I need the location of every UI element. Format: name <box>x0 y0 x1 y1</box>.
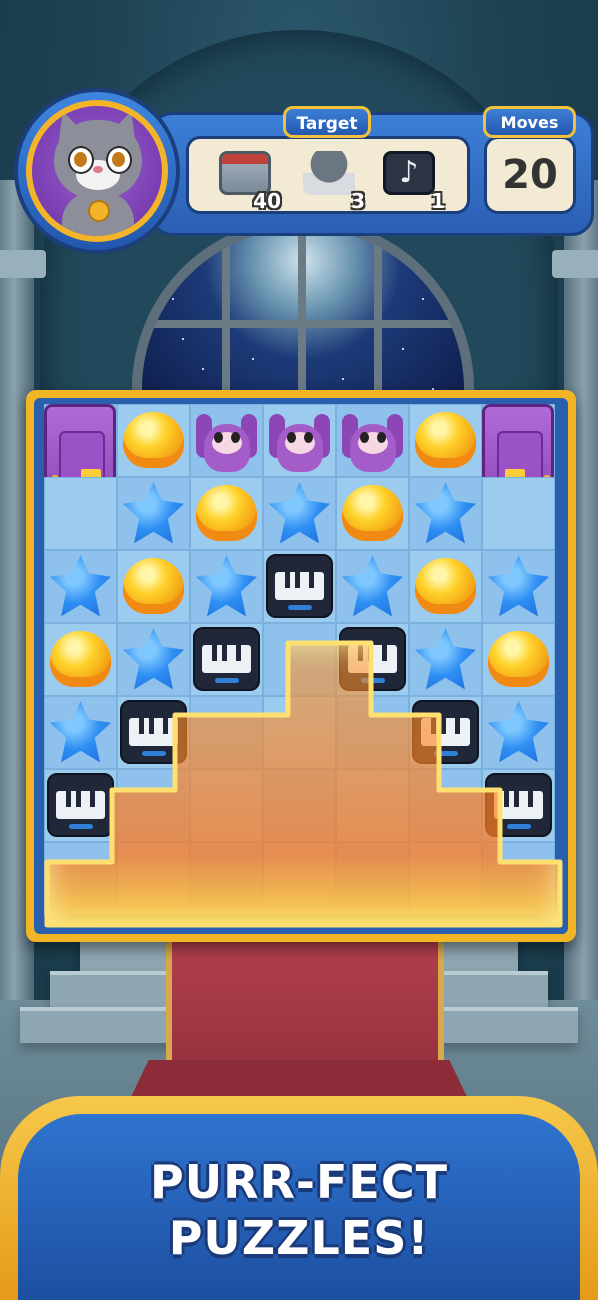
board-cell[interactable] <box>482 477 555 550</box>
blue-star-gem-icon[interactable] <box>414 482 477 544</box>
yellow-gem-icon[interactable] <box>415 558 476 614</box>
blue-star-gem-icon[interactable] <box>49 701 112 763</box>
board-piece[interactable] <box>44 623 117 696</box>
cat-eye-right <box>106 146 132 174</box>
yellow-gem-icon[interactable] <box>50 631 111 687</box>
blue-star-gem-icon[interactable] <box>122 482 185 544</box>
board-piece[interactable] <box>190 404 263 477</box>
board-cell[interactable] <box>44 477 117 550</box>
pillar-cap-right <box>552 250 598 278</box>
goal-bowl: 3 <box>303 149 365 213</box>
blue-star-gem-icon[interactable] <box>414 628 477 690</box>
blue-star-gem-icon[interactable] <box>122 628 185 690</box>
promo-banner: PURR-FECT PUZZLES! <box>0 1096 598 1300</box>
game-board <box>26 390 576 942</box>
bell-icon <box>88 200 110 222</box>
yellow-gem-icon[interactable] <box>123 558 184 614</box>
board-piece[interactable] <box>336 550 409 623</box>
board-piece[interactable] <box>263 477 336 550</box>
yellow-gem-icon[interactable] <box>123 412 184 468</box>
moves-counter: 20 <box>484 136 576 214</box>
board-piece[interactable] <box>482 550 555 623</box>
board-piece[interactable] <box>117 623 190 696</box>
board-piece[interactable] <box>409 477 482 550</box>
piano-blocker-icon[interactable] <box>47 773 114 837</box>
blue-star-gem-icon[interactable] <box>487 555 550 617</box>
board-piece[interactable] <box>409 623 482 696</box>
yellow-gem-icon[interactable] <box>342 485 403 541</box>
goal-count: 1 <box>431 189 445 213</box>
goal-music-note: ♪ 1 <box>383 149 445 213</box>
board-piece[interactable] <box>190 550 263 623</box>
board-piece[interactable] <box>336 404 409 477</box>
purple-bunny-icon[interactable] <box>342 408 403 474</box>
board-piece[interactable] <box>117 477 190 550</box>
board-grid <box>34 398 568 934</box>
promo-line-2: PUZZLES! <box>168 1211 430 1265</box>
board-piece[interactable] <box>482 696 555 769</box>
blue-star-gem-icon[interactable] <box>268 482 331 544</box>
bowl-icon <box>303 151 355 195</box>
board-piece[interactable] <box>44 550 117 623</box>
purple-bunny-icon[interactable] <box>269 408 330 474</box>
board-piece[interactable] <box>117 404 190 477</box>
piano-blocker-icon[interactable] <box>193 627 260 691</box>
yellow-gem-icon[interactable] <box>488 631 549 687</box>
target-panel: 40 3 ♪ 1 <box>186 136 470 214</box>
promo-title: PURR-FECT PUZZLES! <box>0 1154 598 1266</box>
music-note-icon: ♪ <box>383 151 435 195</box>
cat-avatar[interactable] <box>26 100 168 242</box>
board-piece[interactable] <box>263 404 336 477</box>
yellow-gem-icon[interactable] <box>415 412 476 468</box>
moves-label: Moves <box>483 106 576 138</box>
goal-count: 40 <box>253 189 281 213</box>
board-piece[interactable] <box>482 623 555 696</box>
pillar-cap-left <box>0 250 46 278</box>
board-piece[interactable] <box>409 404 482 477</box>
board-piece[interactable] <box>336 477 409 550</box>
goal-stone-tile: 40 <box>219 149 281 213</box>
board-piece[interactable] <box>117 550 190 623</box>
blue-star-gem-icon[interactable] <box>49 555 112 617</box>
board-piece[interactable] <box>44 769 117 842</box>
target-label: Target <box>283 106 371 138</box>
board-piece[interactable] <box>409 550 482 623</box>
goal-count: 3 <box>351 189 365 213</box>
piano-blocker-icon[interactable] <box>266 554 333 618</box>
blue-star-gem-icon[interactable] <box>195 555 258 617</box>
purple-bunny-icon[interactable] <box>196 408 257 474</box>
board-piece[interactable] <box>190 623 263 696</box>
yellow-gem-icon[interactable] <box>196 485 257 541</box>
blue-star-gem-icon[interactable] <box>341 555 404 617</box>
board-piece[interactable] <box>263 550 336 623</box>
blue-star-gem-icon[interactable] <box>487 701 550 763</box>
board-piece[interactable] <box>44 696 117 769</box>
board-piece[interactable] <box>190 477 263 550</box>
promo-line-1: PURR-FECT <box>150 1155 448 1209</box>
cat-eye-left <box>68 146 94 174</box>
